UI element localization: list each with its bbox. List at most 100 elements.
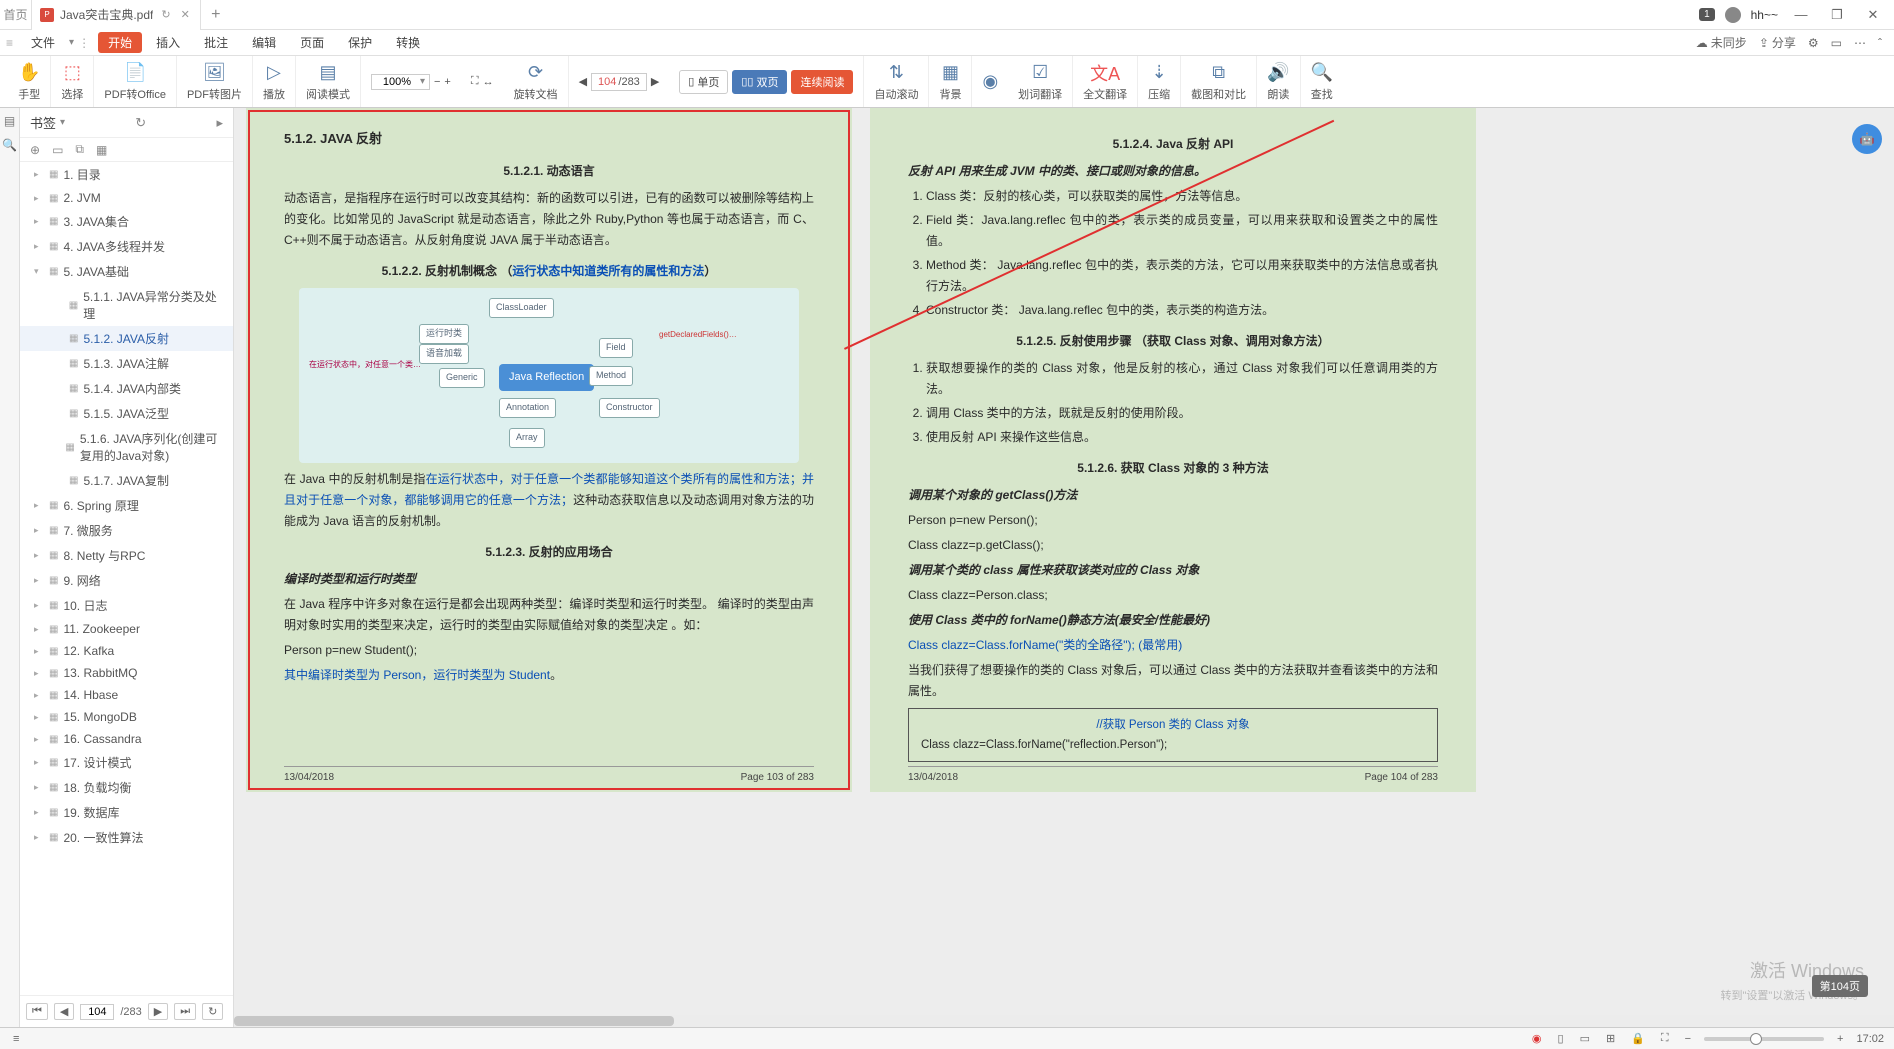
bookmark-item[interactable]: ▸▦15. MongoDB <box>20 706 233 728</box>
sb-icon-3[interactable]: ⧉ <box>75 142 84 157</box>
bookmark-item[interactable]: ▸▦6. Spring 原理 <box>20 493 233 518</box>
menu-page[interactable]: 页面 <box>290 32 334 53</box>
bookmark-item[interactable]: ▦5.1.3. JAVA注解 <box>20 351 233 376</box>
bookmark-item[interactable]: ▸▦12. Kafka <box>20 640 233 662</box>
bookmark-item[interactable]: ▦5.1.6. JAVA序列化(创建可复用的Java对象) <box>20 426 233 468</box>
tab-document[interactable]: P Java突击宝典.pdf ↻ ✕ <box>32 0 201 30</box>
zoom-box[interactable]: ▾ <box>371 74 430 90</box>
tool-pdf-image[interactable]: 🖼PDF转图片 <box>177 56 253 107</box>
status-view2-icon[interactable]: ▭ <box>1577 1032 1593 1045</box>
bookmark-item[interactable]: ▸▦9. 网络 <box>20 568 233 593</box>
tool-read-aloud[interactable]: 🔊朗读 <box>1257 56 1300 107</box>
menu-start[interactable]: 开始 <box>98 32 142 53</box>
bookmark-item[interactable]: ▸▦14. Hbase <box>20 684 233 706</box>
menu-file[interactable]: 文件 <box>21 32 65 53</box>
page-next[interactable]: ▶ <box>651 75 659 88</box>
nav-more[interactable]: ↻ <box>202 1003 223 1020</box>
view-double[interactable]: ▯▯ 双页 <box>732 70 787 94</box>
fit-page-icon[interactable]: ⛶ <box>471 75 479 88</box>
bookmark-item[interactable]: ▸▦1. 目录 <box>20 162 233 187</box>
bookmark-item[interactable]: ▸▦10. 日志 <box>20 593 233 618</box>
menu-share[interactable]: ⇪ 分享 <box>1759 34 1796 51</box>
tool-compare[interactable]: ⧉截图和对比 <box>1181 56 1257 107</box>
bookmark-item[interactable]: ▸▦18. 负载均衡 <box>20 775 233 800</box>
tab-add[interactable]: + <box>201 6 231 24</box>
status-lock-icon[interactable]: 🔒 <box>1628 1032 1648 1045</box>
tool-compress[interactable]: ⇣压缩 <box>1138 56 1181 107</box>
zoom-in[interactable]: + <box>444 76 450 88</box>
page-prev[interactable]: ◀ <box>579 75 587 88</box>
bookmark-item[interactable]: ▦5.1.5. JAVA泛型 <box>20 401 233 426</box>
tool-play[interactable]: ▷播放 <box>253 56 296 107</box>
menu-sync[interactable]: ☁ 未同步 <box>1696 34 1747 51</box>
more-icon[interactable]: ⋯ <box>1854 36 1866 50</box>
inbox-icon[interactable]: ▭ <box>1831 36 1842 50</box>
menu-annotate[interactable]: 批注 <box>194 32 238 53</box>
document-viewport[interactable]: 🤖 5.1.2. JAVA 反射 5.1.2.1. 动态语言 动态语言，是指程序… <box>234 108 1894 1027</box>
status-record-icon[interactable]: ◉ <box>1529 1032 1545 1045</box>
tool-translate-full[interactable]: 文A全文翻译 <box>1073 56 1138 107</box>
bookmark-item[interactable]: ▸▦17. 设计模式 <box>20 750 233 775</box>
bookmark-item[interactable]: ▦5.1.2. JAVA反射 <box>20 326 233 351</box>
horizontal-scrollbar[interactable] <box>234 1015 1894 1027</box>
bookmark-item[interactable]: ▸▦20. 一致性算法 <box>20 825 233 850</box>
notification-badge[interactable]: 1 <box>1699 8 1715 21</box>
tab-refresh-icon[interactable]: ↻ <box>159 8 172 21</box>
nav-next[interactable]: ▶ <box>148 1003 168 1020</box>
assistant-float-button[interactable]: 🤖 <box>1852 124 1882 154</box>
status-menu-icon[interactable]: ≡ <box>10 1033 22 1045</box>
status-view1-icon[interactable]: ▯ <box>1555 1032 1567 1045</box>
window-minimize[interactable]: — <box>1788 7 1814 22</box>
bookmark-item[interactable]: ▸▦7. 微服务 <box>20 518 233 543</box>
sb-icon-2[interactable]: ▭ <box>52 143 63 157</box>
menu-convert[interactable]: 转换 <box>386 32 430 53</box>
zoom-minus[interactable]: − <box>1682 1033 1694 1045</box>
tool-translate-word[interactable]: ☑划词翻译 <box>1008 56 1073 107</box>
bookmark-item[interactable]: ▸▦13. RabbitMQ <box>20 662 233 684</box>
sb-icon-4[interactable]: ▦ <box>96 143 107 157</box>
avatar[interactable] <box>1725 7 1741 23</box>
menu-insert[interactable]: 插入 <box>146 32 190 53</box>
tool-reading-mode[interactable]: ▤阅读模式 <box>296 56 361 107</box>
bookmark-item[interactable]: ▸▦11. Zookeeper <box>20 618 233 640</box>
zoom-plus[interactable]: + <box>1834 1033 1846 1045</box>
tab-close-icon[interactable]: ✕ <box>179 8 192 21</box>
tool-hand[interactable]: ✋手型 <box>8 56 51 107</box>
fit-width-icon[interactable]: ↔ <box>483 76 494 88</box>
tool-background[interactable]: ▦背景 <box>929 56 972 107</box>
strip-toc-icon[interactable]: ▤ <box>4 114 15 128</box>
bookmark-item[interactable]: ▸▦3. JAVA集合 <box>20 209 233 234</box>
tool-select[interactable]: ⬚选择 <box>51 56 94 107</box>
bookmark-item[interactable]: ▦5.1.7. JAVA复制 <box>20 468 233 493</box>
tool-find[interactable]: 🔍查找 <box>1301 56 1343 107</box>
tab-home[interactable]: 首页 <box>0 0 32 30</box>
bookmark-item[interactable]: ▸▦8. Netty 与RPC <box>20 543 233 568</box>
sidebar-refresh-icon[interactable]: ↻ <box>135 115 146 131</box>
collapse-ribbon-icon[interactable]: ˆ <box>1878 36 1882 50</box>
settings-icon[interactable]: ⚙ <box>1808 36 1819 50</box>
app-menu-icon[interactable]: ≡ <box>6 36 17 50</box>
bookmark-item[interactable]: ▾▦5. JAVA基础 <box>20 259 233 284</box>
zoom-slider[interactable] <box>1704 1037 1824 1041</box>
bookmark-item[interactable]: ▸▦16. Cassandra <box>20 728 233 750</box>
menu-protect[interactable]: 保护 <box>338 32 382 53</box>
status-view3-icon[interactable]: ⊞ <box>1603 1032 1618 1045</box>
tool-eyecare[interactable]: ◉ <box>972 56 1008 107</box>
bookmark-item[interactable]: ▸▦2. JVM <box>20 187 233 209</box>
sb-icon-1[interactable]: ⊕ <box>30 143 40 157</box>
bookmark-item[interactable]: ▦5.1.1. JAVA异常分类及处理 <box>20 284 233 326</box>
strip-search-icon[interactable]: 🔍 <box>2 138 17 152</box>
tool-autoscroll[interactable]: ⇅自动滚动 <box>864 56 929 107</box>
window-close[interactable]: ✕ <box>1860 7 1886 23</box>
nav-last[interactable]: ⏭ <box>174 1003 196 1020</box>
page-box[interactable]: 104/283 <box>591 73 647 91</box>
zoom-out[interactable]: − <box>434 76 440 88</box>
bookmark-item[interactable]: ▸▦19. 数据库 <box>20 800 233 825</box>
bookmark-item[interactable]: ▸▦4. JAVA多线程并发 <box>20 234 233 259</box>
view-single[interactable]: ▯ 单页 <box>679 70 728 94</box>
menu-edit[interactable]: 编辑 <box>242 32 286 53</box>
nav-first[interactable]: ⏮ <box>26 1003 48 1020</box>
window-restore[interactable]: ❐ <box>1824 7 1850 23</box>
tool-rotate[interactable]: ⟳旋转文档 <box>504 56 569 107</box>
tool-pdf-office[interactable]: 📄PDF转Office <box>94 56 177 107</box>
